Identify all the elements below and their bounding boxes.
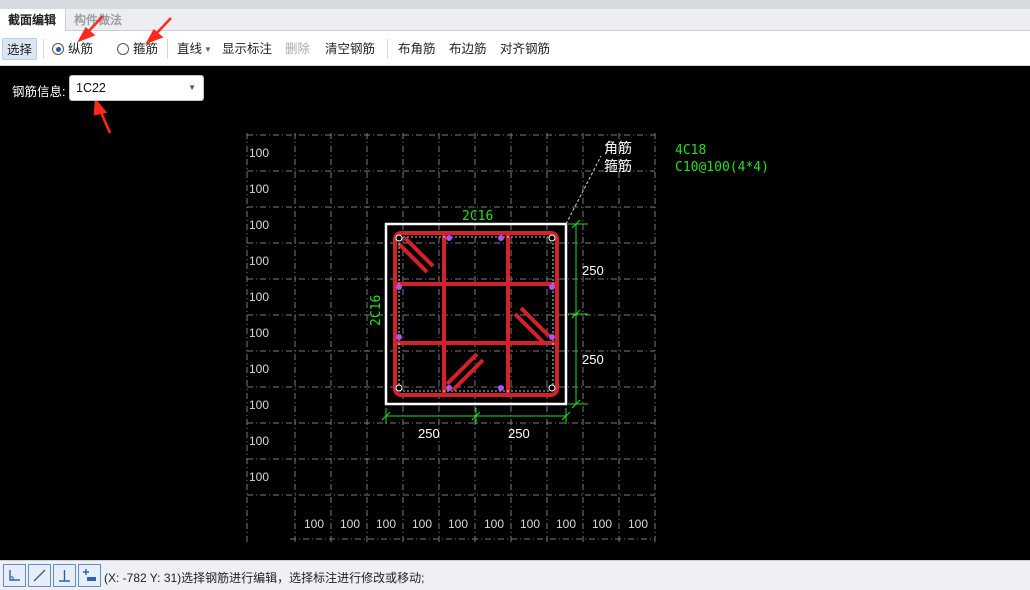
corner-bar[interactable] — [548, 384, 556, 392]
window-top-strip — [0, 0, 1030, 9]
delete-button[interactable]: 删除 — [285, 38, 310, 60]
rebar-info-label: 钢筋信息: — [12, 85, 66, 99]
edge-bar[interactable] — [498, 235, 504, 241]
status-bar: (X: -782 Y: 31)选择钢筋进行编辑，选择标注进行修改或移动; — [0, 560, 1030, 590]
edge-bar[interactable] — [396, 334, 402, 340]
grid-bottom-label: 100 — [628, 517, 648, 531]
grid-left-label: 100 — [249, 470, 269, 484]
edge-bar[interactable] — [446, 385, 452, 391]
perpendicular-icon — [59, 570, 70, 582]
grid: 100 100 100 100 100 100 100 100 100 100 100 100 100… — [246, 133, 656, 544]
line-mode-label: 直线 — [177, 42, 203, 56]
grid-bottom-label: 100 — [340, 517, 360, 531]
ortho-icon — [9, 570, 20, 581]
corner-bar[interactable] — [395, 384, 403, 392]
chevron-down-icon: ▼ — [204, 45, 212, 54]
toolbar-divider — [43, 39, 44, 59]
bottom-dim-right[interactable]: 250 — [508, 426, 530, 441]
corner-bar-spec[interactable]: 4C18 — [675, 143, 706, 158]
corner-bar[interactable] — [548, 234, 556, 242]
grid-bottom-label: 100 — [484, 517, 504, 531]
grid-bottom-label: 100 — [412, 517, 432, 531]
stirrup-label: 箍筋 — [133, 42, 159, 56]
perpendicular-button[interactable] — [53, 564, 76, 587]
stirrup-group[interactable] — [393, 231, 559, 397]
grid-bottom-label: 100 — [376, 517, 396, 531]
rebar-info-select[interactable]: 1C22 ▼ — [69, 75, 204, 101]
radio-checked-icon — [52, 43, 64, 55]
top-bar-spec[interactable]: 2C16 — [462, 209, 493, 224]
rebar-info-value: 1C22 — [76, 81, 106, 95]
grid-bottom-label: 100 — [304, 517, 324, 531]
grid-bottom-label: 100 — [592, 517, 612, 531]
stirrup-radio[interactable]: 箍筋 — [117, 38, 158, 60]
tab-component-method[interactable]: 构件做法 — [66, 9, 130, 31]
right-dim-upper[interactable]: 250 — [582, 263, 604, 278]
toolbar-divider — [387, 39, 388, 59]
toolbar-divider — [167, 39, 168, 59]
edge-bar[interactable] — [446, 235, 452, 241]
longitudinal-label: 纵筋 — [68, 42, 94, 56]
section-drawing[interactable]: 100 100 100 100 100 100 100 100 100 100 100 100 100… — [0, 66, 1030, 560]
line-snap-icon — [33, 569, 46, 582]
longitudinal-radio[interactable]: 纵筋 — [52, 38, 93, 60]
right-dim-lower[interactable]: 250 — [582, 352, 604, 367]
toolbar: 选择 纵筋 箍筋 直线 ▼ 显示标注 删除 清空钢筋 布角筋 布边筋 对齐钢筋 — [0, 31, 1030, 66]
radio-unchecked-icon — [117, 43, 129, 55]
grid-left-label: 100 — [249, 218, 269, 232]
corner-rebar-button[interactable]: 布角筋 — [398, 38, 436, 60]
stirrup-spec[interactable]: C10@100(4*4) — [675, 160, 769, 175]
column-outline[interactable] — [384, 222, 568, 406]
select-button[interactable]: 选择 — [2, 38, 37, 60]
line-snap-button[interactable] — [28, 564, 51, 587]
grid-left-label: 100 — [249, 254, 269, 268]
chevron-down-icon: ▼ — [188, 83, 196, 92]
bottom-dimension-lines — [381, 408, 571, 424]
ortho-button[interactable] — [3, 564, 26, 587]
dimension-button[interactable] — [78, 564, 101, 587]
dimension-icon — [83, 569, 96, 581]
grid-left-label: 100 — [249, 326, 269, 340]
right-dimension-lines — [568, 219, 588, 409]
edge-bar[interactable] — [549, 334, 555, 340]
arrow-3-head — [93, 97, 108, 116]
grid-bottom-label: 100 — [556, 517, 576, 531]
grid-left-label: 100 — [249, 146, 269, 160]
show-dimensions-button[interactable]: 显示标注 — [222, 38, 272, 60]
grid-left-label: 100 — [249, 182, 269, 196]
drawing-canvas[interactable]: 100 100 100 100 100 100 100 100 100 100 100 100 100… — [0, 66, 1030, 560]
align-rebar-button[interactable]: 对齐钢筋 — [500, 38, 550, 60]
corner-bar[interactable] — [395, 234, 403, 242]
grid-bottom-label: 100 — [520, 517, 540, 531]
grid-left-label: 100 — [249, 398, 269, 412]
grid-left-label: 100 — [249, 434, 269, 448]
grid-left-label: 100 — [249, 362, 269, 376]
grid-left-label: 100 — [249, 290, 269, 304]
edge-bar[interactable] — [498, 385, 504, 391]
tab-bar: 截面编辑 构件做法 — [0, 9, 1030, 32]
grid-bottom-label: 100 — [448, 517, 468, 531]
edge-bar[interactable] — [396, 284, 402, 290]
outer-stirrup[interactable] — [393, 231, 559, 397]
edge-bar[interactable] — [549, 284, 555, 290]
tab-section-edit[interactable]: 截面编辑 — [0, 9, 66, 32]
corner-bar-label[interactable]: 角筋 — [604, 140, 632, 157]
side-bar-spec[interactable]: 2C16 — [369, 295, 384, 326]
line-mode-dropdown[interactable]: 直线 ▼ — [177, 38, 212, 60]
status-message: (X: -782 Y: 31)选择钢筋进行编辑，选择标注进行修改或移动; — [104, 571, 425, 585]
edge-rebar-button[interactable]: 布边筋 — [449, 38, 487, 60]
clear-rebar-button[interactable]: 清空钢筋 — [325, 38, 375, 60]
bottom-dim-left[interactable]: 250 — [418, 426, 440, 441]
stirrup-bar-label[interactable]: 箍筋 — [604, 158, 632, 175]
